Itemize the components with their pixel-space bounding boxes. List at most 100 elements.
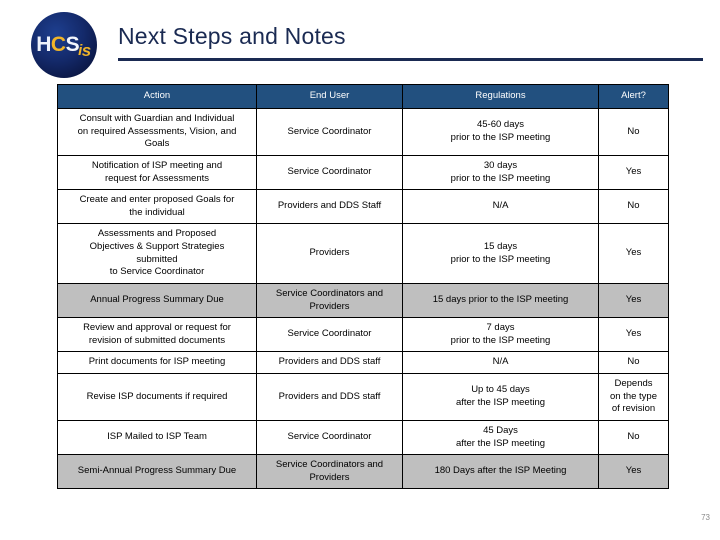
- title-underline-rule: [118, 58, 703, 61]
- cell-text-line: after the ISP meeting: [455, 437, 546, 449]
- table-row[interactable]: Revise ISP documents if required Provider…: [57, 373, 669, 421]
- cell-text-line: Yes: [625, 247, 642, 259]
- cell-action[interactable]: Review and approval or request for revisi…: [57, 317, 257, 353]
- cell-regulations[interactable]: 45 Days after the ISP meeting: [402, 419, 599, 456]
- logo-letter-i: i: [78, 41, 82, 59]
- cell-regulations[interactable]: Up to 45 days after the ISP meeting: [402, 373, 599, 421]
- page-number: 73: [701, 513, 710, 522]
- cell-alert[interactable]: Yes: [598, 154, 669, 191]
- table-row[interactable]: Create and enter proposed Goals for the i…: [57, 189, 669, 225]
- cell-text-line: on required Assessments, Vision, and: [77, 125, 237, 137]
- table-row[interactable]: Review and approval or request for revisi…: [57, 317, 669, 353]
- cell-text-line: No: [627, 125, 640, 137]
- cell-alert[interactable]: Yes: [598, 282, 669, 319]
- cell-regulations[interactable]: N/A: [402, 189, 599, 225]
- cell-alert[interactable]: No: [598, 189, 669, 225]
- table-row[interactable]: Consult with Guardian and Individual on r…: [57, 108, 669, 156]
- column-header-regulations[interactable]: Regulations: [402, 84, 599, 109]
- table-row[interactable]: Print documents for ISP meeting Providers…: [57, 351, 669, 374]
- cell-text-line: of revision: [611, 403, 656, 415]
- cell-text-line: Providers and DDS staff: [278, 356, 381, 368]
- column-header-action[interactable]: Action: [57, 84, 257, 109]
- cell-regulations[interactable]: 45-60 days prior to the ISP meeting: [402, 108, 599, 156]
- table-row[interactable]: Notification of ISP meeting and request f…: [57, 154, 669, 191]
- column-header-alert[interactable]: Alert?: [598, 84, 669, 109]
- cell-text-line: Service Coordinator: [287, 328, 372, 340]
- cell-text-line: Goals: [144, 138, 170, 150]
- table-row[interactable]: Annual Progress Summary Due Service Coord…: [57, 282, 669, 319]
- cell-regulations[interactable]: 30 days prior to the ISP meeting: [402, 154, 599, 191]
- cell-text-line: 180 Days after the ISP Meeting: [434, 465, 567, 477]
- cell-end-user[interactable]: Service Coordinator: [256, 317, 403, 353]
- cell-text-line: No: [627, 431, 640, 443]
- cell-text-line: prior to the ISP meeting: [450, 253, 551, 265]
- cell-text-line: N/A: [492, 200, 509, 212]
- cell-action[interactable]: ISP Mailed to ISP Team: [57, 419, 257, 456]
- cell-alert[interactable]: Yes: [598, 223, 669, 284]
- cell-end-user[interactable]: Service Coordinators and Providers: [256, 454, 403, 490]
- cell-alert[interactable]: Yes: [598, 317, 669, 353]
- cell-text-line: Service Coordinators and: [275, 287, 384, 299]
- hcsis-logo-icon: HCSis: [31, 12, 97, 78]
- cell-text-line: Service Coordinator: [287, 125, 372, 137]
- cell-end-user[interactable]: Service Coordinator: [256, 154, 403, 191]
- logo-letter-h: H: [36, 32, 51, 56]
- cell-action[interactable]: Notification of ISP meeting and request f…: [57, 154, 257, 191]
- cell-text-line: Yes: [625, 294, 642, 306]
- cell-action[interactable]: Consult with Guardian and Individual on r…: [57, 108, 257, 156]
- cell-alert[interactable]: Depends on the type of revision: [598, 373, 669, 421]
- cell-alert[interactable]: Yes: [598, 454, 669, 490]
- cell-text-line: 45 Days: [483, 424, 518, 436]
- cell-regulations[interactable]: 15 days prior to the ISP meeting: [402, 223, 599, 284]
- cell-action[interactable]: Annual Progress Summary Due: [57, 282, 257, 319]
- logo-letter-s: S: [65, 32, 80, 56]
- cell-regulations[interactable]: 15 days prior to the ISP meeting: [402, 282, 599, 319]
- table-header: Action End User Regulations Alert?: [57, 84, 669, 109]
- column-header-end-user[interactable]: End User: [256, 84, 403, 109]
- cell-regulations[interactable]: 7 days prior to the ISP meeting: [402, 317, 599, 353]
- cell-text-line: Semi-Annual Progress Summary Due: [77, 465, 237, 477]
- slide-header: HCSis Next Steps and Notes: [0, 0, 720, 78]
- cell-text-line: to Service Coordinator: [109, 266, 205, 278]
- cell-action[interactable]: Print documents for ISP meeting: [57, 351, 257, 374]
- cell-text-line: Providers: [309, 300, 350, 312]
- cell-text-line: Notification of ISP meeting and: [91, 159, 223, 171]
- cell-text-line: No: [627, 200, 640, 212]
- cell-action[interactable]: Semi-Annual Progress Summary Due: [57, 454, 257, 490]
- cell-end-user[interactable]: Providers and DDS Staff: [256, 189, 403, 225]
- cell-action[interactable]: Create and enter proposed Goals for the i…: [57, 189, 257, 225]
- cell-text-line: prior to the ISP meeting: [450, 131, 551, 143]
- cell-text-line: Providers: [309, 471, 350, 483]
- cell-end-user[interactable]: Service Coordinators and Providers: [256, 282, 403, 319]
- cell-regulations[interactable]: N/A: [402, 351, 599, 374]
- cell-text-line: 15 days prior to the ISP meeting: [432, 294, 569, 306]
- cell-regulations[interactable]: 180 Days after the ISP Meeting: [402, 454, 599, 490]
- table-row[interactable]: Assessments and Proposed Objectives & Sup…: [57, 223, 669, 284]
- table-row[interactable]: ISP Mailed to ISP Team Service Coordinato…: [57, 419, 669, 456]
- cell-text-line: Print documents for ISP meeting: [88, 356, 226, 368]
- cell-text-line: 30 days: [483, 159, 518, 171]
- cell-alert[interactable]: No: [598, 419, 669, 456]
- table-row[interactable]: Semi-Annual Progress Summary Due Service …: [57, 454, 669, 490]
- cell-action[interactable]: Assessments and Proposed Objectives & Sup…: [57, 223, 257, 284]
- cell-text-line: Yes: [625, 465, 642, 477]
- cell-alert[interactable]: No: [598, 351, 669, 374]
- cell-text-line: Depends: [614, 378, 653, 389]
- cell-action[interactable]: Revise ISP documents if required: [57, 373, 257, 421]
- cell-text-line: on the type: [609, 390, 657, 402]
- cell-text-line: prior to the ISP meeting: [450, 172, 551, 184]
- cell-text-line: N/A: [492, 356, 509, 368]
- cell-end-user[interactable]: Providers and DDS staff: [256, 373, 403, 421]
- cell-end-user[interactable]: Providers and DDS staff: [256, 351, 403, 374]
- cell-end-user[interactable]: Providers: [256, 223, 403, 284]
- cell-text-line: prior to the ISP meeting: [450, 334, 551, 346]
- logo-letter-s2: s: [81, 40, 91, 60]
- logo-letter-c: C: [50, 32, 66, 56]
- cell-text-line: Up to 45 days: [471, 384, 530, 396]
- cell-text-line: 15 days: [483, 241, 518, 252]
- cell-text-line: 7 days: [486, 322, 515, 334]
- cell-alert[interactable]: No: [598, 108, 669, 156]
- cell-end-user[interactable]: Service Coordinator: [256, 419, 403, 456]
- cell-end-user[interactable]: Service Coordinator: [256, 108, 403, 156]
- table-body: Consult with Guardian and Individual on r…: [57, 108, 669, 490]
